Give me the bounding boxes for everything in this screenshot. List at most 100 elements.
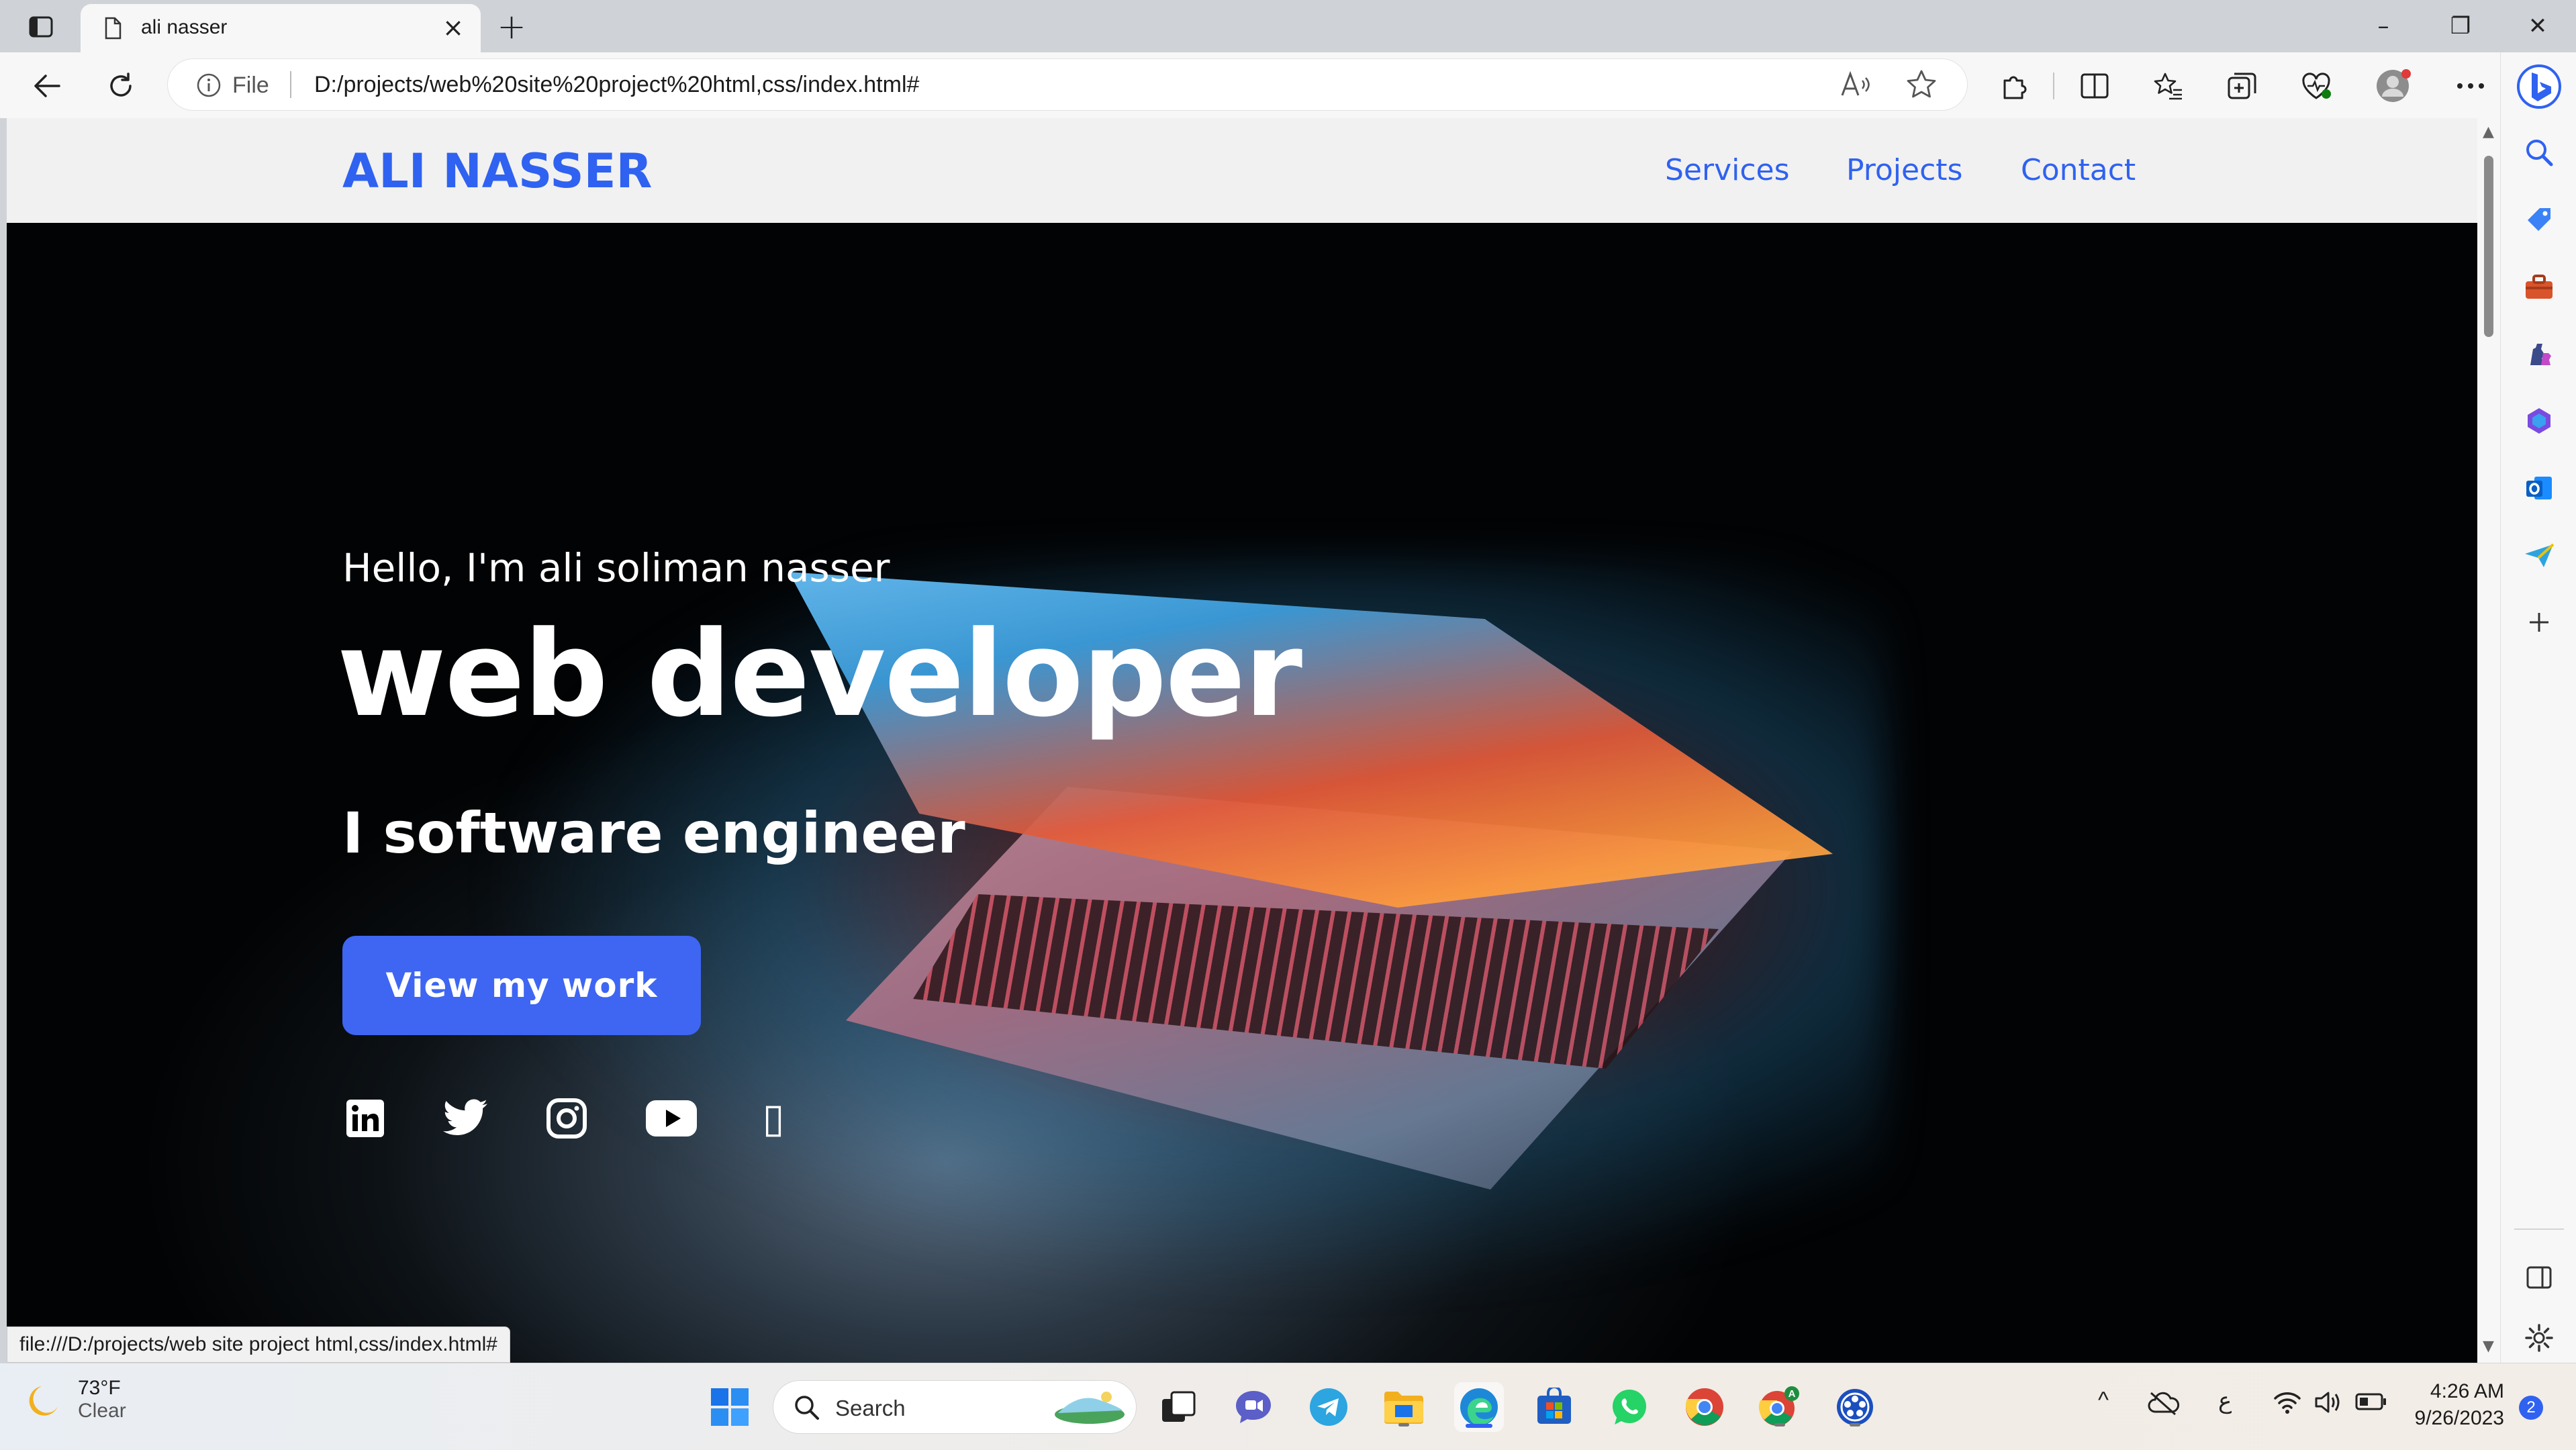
wifi-icon[interactable] (2273, 1390, 2302, 1414)
site-header: ALI NASSER Services Projects Contact (7, 118, 2477, 223)
page-scrollbar[interactable]: ▲ ▼ (2477, 118, 2500, 1363)
sidebar-shopping-button[interactable] (2518, 199, 2560, 240)
nav-projects[interactable]: Projects (1846, 153, 1962, 187)
sidebar-office-button[interactable] (2518, 400, 2560, 442)
hero-section: Hello, I'm ali soliman nasser web develo… (7, 223, 2477, 1363)
scroll-up-arrow-icon[interactable]: ▲ (2483, 124, 2494, 140)
moon-icon (29, 1386, 58, 1416)
nav-services[interactable]: Services (1665, 153, 1790, 187)
outlook-icon (2526, 477, 2552, 499)
missing-glyph-link[interactable]: ▯ (751, 1096, 796, 1141)
tab-title: ali nasser (141, 16, 228, 38)
minimize-button[interactable]: – (2346, 5, 2420, 47)
weather-condition: Clear (78, 1400, 126, 1422)
search-highlight-icon (1055, 1392, 1125, 1424)
sidebar-hide-button[interactable] (2518, 1257, 2560, 1298)
teams-chat-button[interactable] (1229, 1382, 1278, 1432)
browser-toolbar: File (0, 52, 2576, 118)
view-my-work-button[interactable]: View my work (342, 936, 701, 1035)
split-panel-icon (2526, 1266, 2552, 1289)
weather-temperature: 73°F (78, 1377, 121, 1399)
read-aloud-icon[interactable] (1840, 70, 1872, 99)
youtube-link[interactable] (645, 1096, 698, 1141)
sidebar-add-button[interactable] (2518, 601, 2560, 643)
tray-overflow-button[interactable]: ^ (2098, 1388, 2109, 1414)
weather-widget[interactable]: 73°F Clear (27, 1377, 126, 1422)
add-icon (2530, 613, 2548, 632)
profile-button[interactable] (2373, 66, 2413, 106)
missing-glyph-icon: ▯ (762, 1095, 785, 1142)
chrome-button[interactable] (1680, 1382, 1729, 1432)
favorite-star-icon[interactable] (1905, 68, 1938, 101)
chat-icon (1236, 1391, 1271, 1423)
bing-copilot-icon (2517, 64, 2561, 109)
browser-essentials-button[interactable] (2296, 66, 2336, 106)
battery-icon[interactable] (2355, 1392, 2387, 1412)
sidebar-settings-button[interactable] (2518, 1317, 2560, 1359)
window-close-button[interactable]: ✕ (2501, 5, 2575, 47)
tab-actions-button[interactable] (20, 9, 62, 44)
favorites-button[interactable] (2148, 66, 2189, 106)
site-info-button[interactable]: File (196, 72, 269, 98)
notification-badge[interactable]: 2 (2519, 1396, 2543, 1420)
site-logo[interactable]: ALI NASSER (342, 144, 652, 199)
twitter-link[interactable] (443, 1096, 489, 1141)
chrome-icon (1685, 1388, 1723, 1426)
bing-copilot-button[interactable] (2516, 63, 2563, 110)
film-reel-icon (1837, 1389, 1873, 1425)
instagram-icon (546, 1098, 587, 1139)
url-input[interactable] (314, 68, 1791, 101)
collections-icon (2228, 72, 2256, 99)
windows-start-icon (711, 1388, 749, 1426)
sidebar-send-button[interactable] (2518, 534, 2560, 576)
extensions-button[interactable] (1994, 66, 2034, 106)
file-explorer-button[interactable] (1379, 1382, 1429, 1432)
edge-icon (1460, 1388, 1498, 1426)
refresh-button[interactable] (101, 66, 141, 106)
taskbar-search[interactable]: Search (773, 1381, 1136, 1433)
onedrive-offline-icon[interactable] (2147, 1390, 2181, 1417)
twitter-icon (443, 1099, 487, 1136)
back-button[interactable] (27, 66, 67, 106)
microsoft-store-icon (1537, 1388, 1571, 1424)
restore-button[interactable]: ❐ (2424, 5, 2497, 47)
edge-sidebar (2500, 52, 2576, 1363)
store-button[interactable] (1529, 1382, 1579, 1432)
sidebar-games-button[interactable] (2518, 333, 2560, 375)
more-icon (2457, 83, 2484, 89)
task-view-button[interactable] (1153, 1382, 1203, 1432)
shopping-tag-icon (2528, 208, 2550, 231)
sidebar-outlook-button[interactable] (2518, 467, 2560, 509)
chrome-profile-button[interactable]: A (1755, 1382, 1805, 1432)
start-button[interactable] (705, 1382, 755, 1432)
sidebar-search-button[interactable] (2518, 132, 2560, 173)
linkedin-link[interactable] (342, 1096, 388, 1141)
telegram-button[interactable] (1304, 1382, 1353, 1432)
whatsapp-icon (1613, 1390, 1646, 1424)
whatsapp-button[interactable] (1605, 1382, 1654, 1432)
telegram-icon (1310, 1388, 1347, 1426)
media-app-button[interactable] (1830, 1382, 1880, 1432)
tab-active[interactable]: ali nasser × (81, 4, 481, 52)
tab-strip: ali nasser × + – ❐ ✕ (0, 0, 2576, 52)
favorites-list-icon (2154, 72, 2182, 100)
new-tab-button[interactable]: + (493, 7, 530, 47)
instagram-link[interactable] (544, 1096, 589, 1141)
office-icon (2528, 408, 2550, 434)
tab-close-button[interactable]: × (439, 13, 467, 42)
hero-greeting: Hello, I'm ali soliman nasser (342, 545, 890, 591)
volume-icon[interactable] (2313, 1390, 2343, 1414)
settings-icon (2525, 1324, 2553, 1352)
info-icon (197, 73, 221, 97)
sidebar-tools-button[interactable] (2518, 266, 2560, 307)
scroll-thumb[interactable] (2484, 156, 2493, 337)
split-screen-button[interactable] (2074, 66, 2115, 106)
nav-contact[interactable]: Contact (2021, 153, 2136, 187)
more-menu-button[interactable] (2450, 66, 2491, 106)
scroll-down-arrow-icon[interactable]: ▼ (2483, 1338, 2494, 1355)
address-bar[interactable]: File (168, 59, 1967, 110)
collections-button[interactable] (2222, 66, 2262, 106)
edge-taskbar-button[interactable] (1454, 1382, 1504, 1432)
system-clock[interactable]: 4:26 AM 9/26/2023 (2403, 1378, 2504, 1432)
input-language[interactable]: ع (2218, 1388, 2232, 1414)
